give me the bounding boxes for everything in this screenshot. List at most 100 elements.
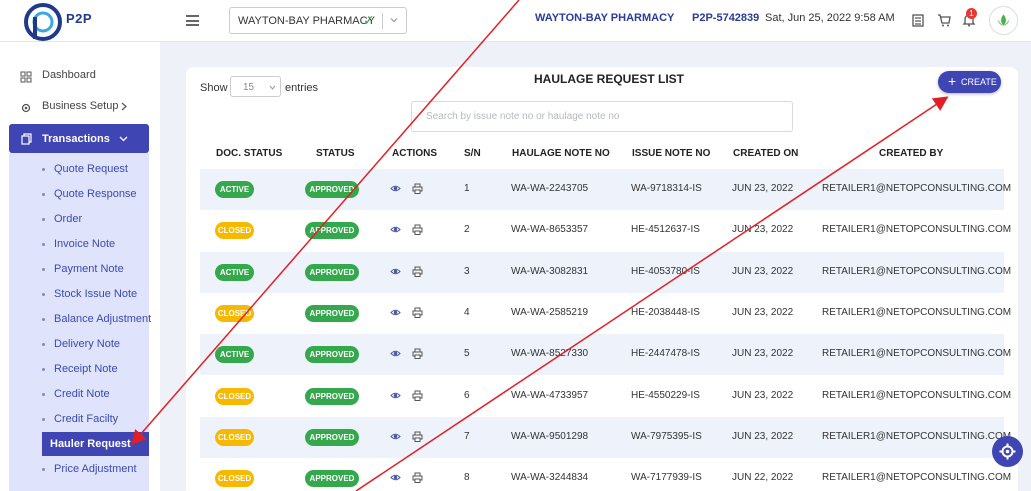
bullet-icon: [42, 168, 45, 171]
sidebar-subitem-label: Delivery Note: [54, 338, 121, 350]
sidebar-subitem[interactable]: Price Adjustment: [9, 457, 149, 481]
haulage-note-no[interactable]: WA-WA-3082831: [511, 266, 588, 277]
created-on: JUN 23, 2022: [732, 348, 794, 360]
issue-note-no: HE-4550229-IS: [631, 389, 700, 401]
printer-icon[interactable]: [412, 390, 423, 401]
sidebar-subitem[interactable]: Delivery Note: [9, 332, 149, 356]
eye-icon[interactable]: [390, 348, 401, 359]
created-by: RETAILER1@NETOPCONSULTING.COM: [822, 224, 1012, 236]
sidebar-subitem[interactable]: Invoice Note: [9, 232, 149, 256]
doc-status-badge: CLOSED: [215, 387, 254, 405]
transactions-submenu: Quote Request Quote Response Order Invoice …: [9, 153, 151, 491]
printer-icon[interactable]: [412, 431, 423, 442]
sidebar-item-label: Business Setup: [42, 100, 119, 112]
pharmacy-name: WAYTON-BAY PHARMACY: [535, 12, 675, 24]
sidebar-item-label: Dashboard: [42, 69, 96, 81]
sidebar-subitem-label: Quote Response: [54, 188, 137, 200]
sidebar-subitem[interactable]: Quote Response: [9, 182, 149, 206]
doc-status-badge: ACTIVE: [215, 181, 254, 198]
haulage-note-no[interactable]: WA-WA-2585219: [511, 307, 588, 318]
haulage-note-no[interactable]: WA-WA-9501298: [511, 431, 588, 442]
haulage-note-no[interactable]: WA-WA-2243705: [511, 183, 588, 194]
eye-icon[interactable]: [390, 183, 401, 194]
issue-note-no: HE-4512637-IS: [631, 224, 700, 236]
sidebar-subitem[interactable]: Balance Adjustment: [9, 307, 151, 331]
sidebar-subitem[interactable]: Credit Facilty: [9, 407, 149, 431]
create-button[interactable]: + CREATE: [938, 71, 1001, 93]
haulage-note-no[interactable]: WA-WA-3244834: [511, 472, 588, 483]
sidebar-item-transactions[interactable]: Transactions: [9, 124, 149, 153]
settings-fab[interactable]: [992, 436, 1023, 467]
sidebar-subitem-label: Stock Issue Note: [54, 288, 138, 300]
cart-icon[interactable]: [937, 13, 951, 27]
sidebar-subitem[interactable]: Order: [9, 207, 149, 231]
issue-note-no: HE-4053780-IS: [631, 265, 700, 277]
serial-number: 5: [464, 348, 470, 360]
table-row: CLOSED APPROVED 8 WA-WA-3244834 WA-7177939-I…: [200, 458, 1011, 491]
doc-status-badge: ACTIVE: [215, 346, 254, 364]
sidebar-subitem[interactable]: Stock Issue Note: [9, 282, 149, 306]
bullet-icon: [42, 343, 45, 346]
document-icon[interactable]: [911, 13, 925, 27]
printer-icon[interactable]: [412, 183, 423, 194]
printer-icon[interactable]: [412, 266, 423, 277]
table-row: CLOSED APPROVED 6 WA-WA-4733957 HE-4550229-I…: [200, 376, 1011, 417]
check-icon: ✓: [363, 12, 375, 28]
sidebar-subitem-label: Hauler Request: [50, 438, 131, 450]
sidebar-subitem[interactable]: Receipt Note: [9, 357, 149, 381]
eye-icon[interactable]: [390, 472, 401, 483]
create-button-label: CREATE: [961, 77, 997, 87]
haulage-note-no[interactable]: WA-WA-8653357: [511, 224, 588, 235]
created-on: JUN 22, 2022: [732, 472, 794, 484]
bullet-icon: [42, 368, 45, 371]
printer-icon[interactable]: [412, 307, 423, 318]
entries-select[interactable]: 15: [230, 76, 281, 97]
sidebar-subitem[interactable]: Credit Note: [9, 382, 149, 406]
table-row: CLOSED APPROVED 2 WA-WA-8653357 HE-4512637-I…: [200, 210, 1011, 251]
logo-icon[interactable]: [24, 3, 64, 41]
search-field[interactable]: [411, 101, 793, 132]
printer-icon[interactable]: [412, 224, 423, 236]
serial-number: 4: [464, 306, 470, 318]
sidebar-subitem[interactable]: Quote Request: [9, 157, 149, 181]
serial-number: 3: [464, 265, 470, 277]
notification-badge: 1: [966, 8, 977, 19]
eye-icon[interactable]: [390, 431, 401, 442]
eye-icon[interactable]: [390, 266, 401, 277]
haulage-note-no[interactable]: WA-WA-8527330: [511, 348, 588, 359]
serial-number: 6: [464, 389, 470, 401]
bullet-icon: [42, 268, 45, 271]
haulage-note-no[interactable]: WA-WA-4733957: [511, 390, 588, 401]
printer-icon[interactable]: [412, 348, 423, 360]
created-on: JUN 23, 2022: [732, 306, 794, 318]
sidebar-subitem[interactable]: Hauler Request: [42, 432, 149, 456]
table-row: ACTIVE APPROVED 1 WA-WA-2243705 WA-9718314-I…: [200, 169, 1011, 210]
created-by: RETAILER1@NETOPCONSULTING.COM: [822, 472, 1012, 484]
search-input[interactable]: [426, 111, 776, 122]
column-header: ACTIONS: [392, 148, 437, 159]
issue-note-no: WA-7177939-IS: [631, 472, 702, 484]
pharmacy-select[interactable]: WAYTON-BAY PHARMACY ✓: [229, 7, 407, 34]
plus-icon: +: [948, 73, 957, 89]
chevron-down-icon: [269, 85, 276, 90]
sidebar-subitem[interactable]: Payment Note: [9, 257, 149, 281]
hamburger-icon[interactable]: [186, 15, 199, 26]
bullet-icon: [42, 318, 45, 321]
eye-icon[interactable]: [390, 390, 401, 401]
serial-number: 1: [464, 183, 470, 194]
issue-note-no: WA-7975395-IS: [631, 430, 702, 442]
eye-icon[interactable]: [390, 224, 401, 235]
serial-number: 8: [464, 472, 470, 484]
sidebar-subitem-label: Price Adjustment: [54, 463, 137, 475]
column-header: STATUS: [316, 148, 355, 159]
status-badge: APPROVED: [305, 470, 359, 488]
printer-icon[interactable]: [412, 472, 423, 484]
current-datetime: Sat, Jun 25, 2022 9:58 AM: [765, 12, 895, 24]
bullet-icon: [42, 393, 45, 396]
created-by: RETAILER1@NETOPCONSULTING.COM: [822, 430, 1012, 442]
avatar[interactable]: [989, 6, 1018, 35]
status-badge: APPROVED: [305, 222, 359, 240]
chevron-down-icon[interactable]: [390, 16, 398, 24]
chevron-right-icon: [121, 102, 127, 111]
eye-icon[interactable]: [390, 307, 401, 318]
